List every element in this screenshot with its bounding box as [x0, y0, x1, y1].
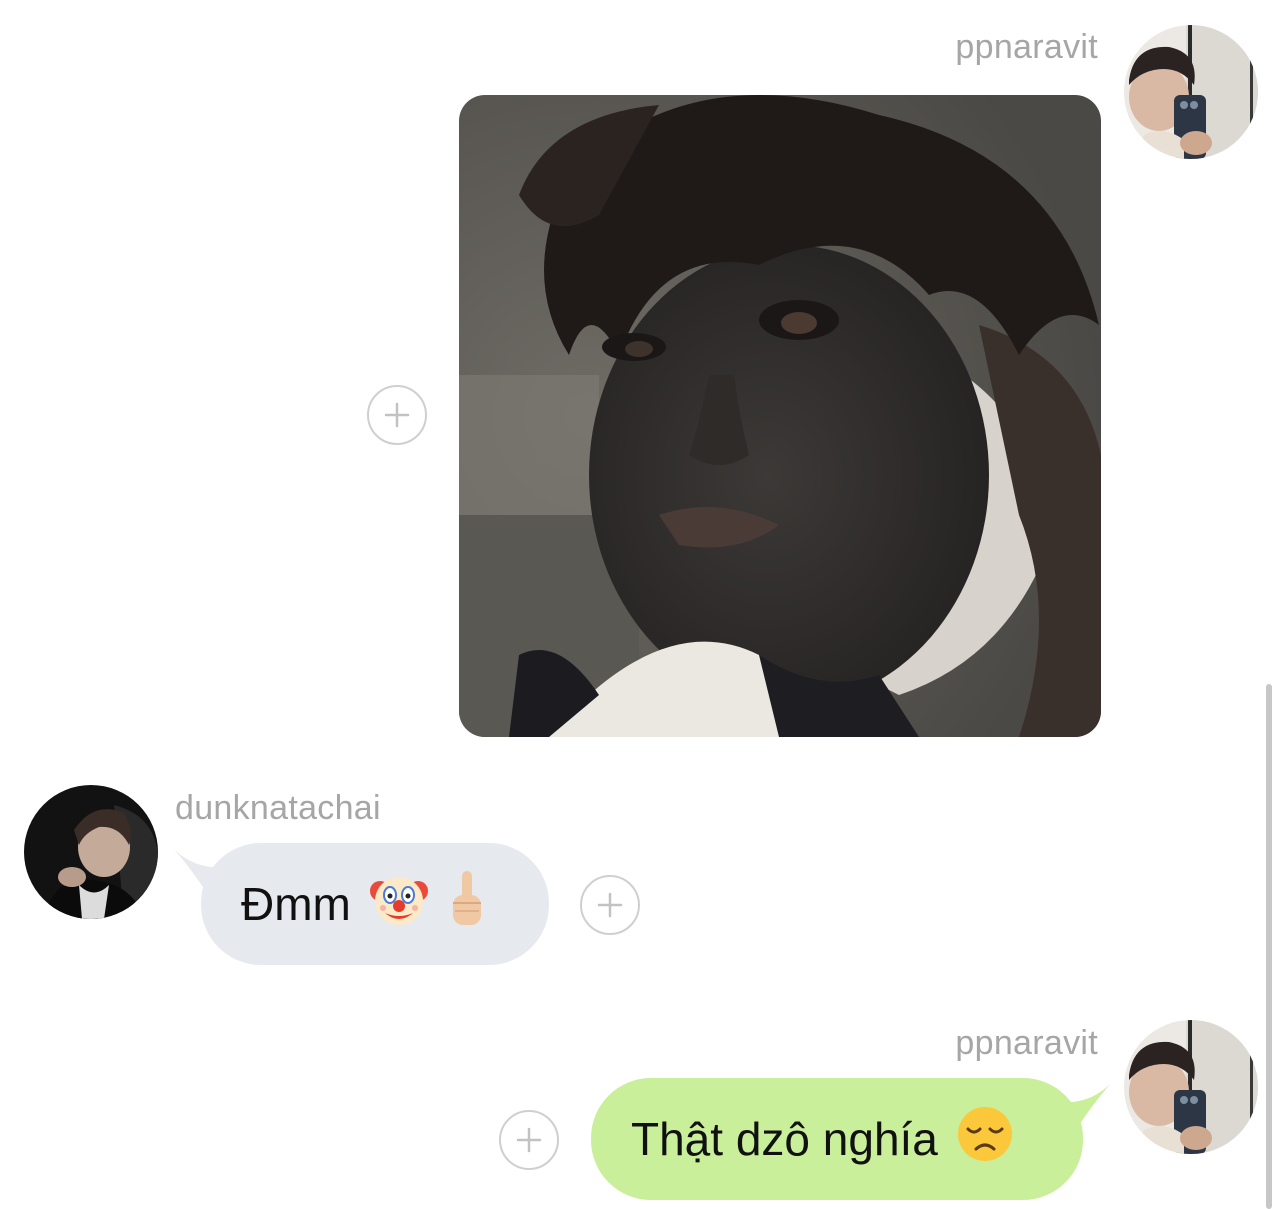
sender-name: ppnaravit: [955, 28, 1098, 66]
message-bubble[interactable]: Thật dzô nghía: [591, 1078, 1083, 1200]
disappointed-face-emoji: [956, 1105, 1014, 1174]
message-text: Đmm: [241, 878, 351, 930]
scrollbar[interactable]: [1266, 684, 1272, 1209]
avatar-ppnaravit[interactable]: [1124, 1020, 1258, 1154]
sender-name: dunknatachai: [175, 789, 381, 827]
clown-face-emoji: [369, 869, 429, 940]
add-reaction-button[interactable]: [367, 385, 427, 445]
avatar-dunknatachai[interactable]: [24, 785, 158, 919]
plus-icon: [516, 1127, 542, 1153]
middle-finger-emoji: [447, 869, 487, 940]
message-bubble[interactable]: Đmm: [201, 843, 549, 965]
add-reaction-button[interactable]: [499, 1110, 559, 1170]
plus-icon: [597, 892, 623, 918]
sender-name: ppnaravit: [955, 1024, 1098, 1062]
image-message[interactable]: [459, 95, 1101, 737]
chat-screen: ppnaravit dunknatachai Đmm ppnaravit Thậ…: [0, 0, 1284, 1209]
avatar-ppnaravit[interactable]: [1124, 25, 1258, 159]
message-text: Thật dzô nghía: [631, 1113, 938, 1165]
photo-attachment-icon: [459, 95, 1101, 737]
add-reaction-button[interactable]: [580, 875, 640, 935]
plus-icon: [384, 402, 410, 428]
